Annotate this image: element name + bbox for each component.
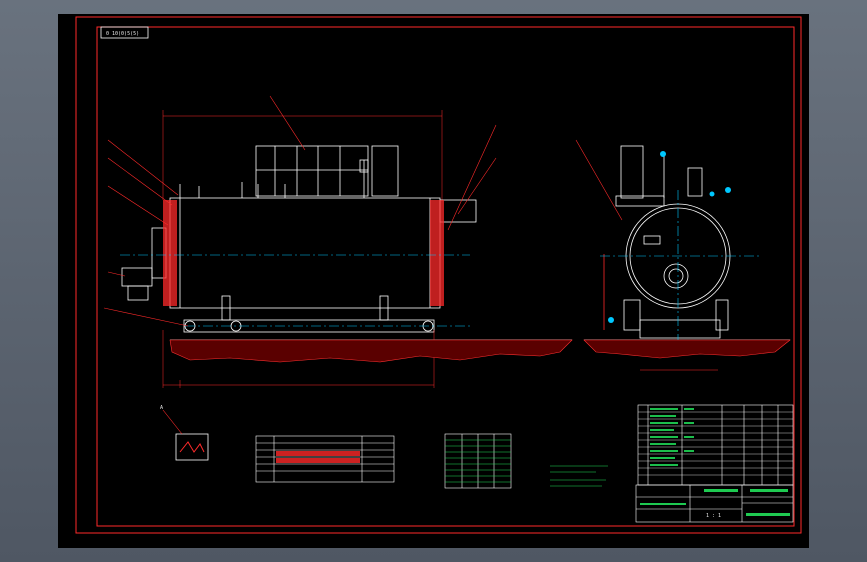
drawing-scale: 1 : 1 [706,513,721,519]
cad-drawing-canvas[interactable]: 0 10(0)5(5) A 1: 1 [0,0,867,562]
drawing-code: 0 10(0)5(5) [106,31,139,37]
detail-callout: A [160,405,163,411]
cad-viewport[interactable]: 0 10(0)5(5) A 1: 1 [0,0,867,562]
